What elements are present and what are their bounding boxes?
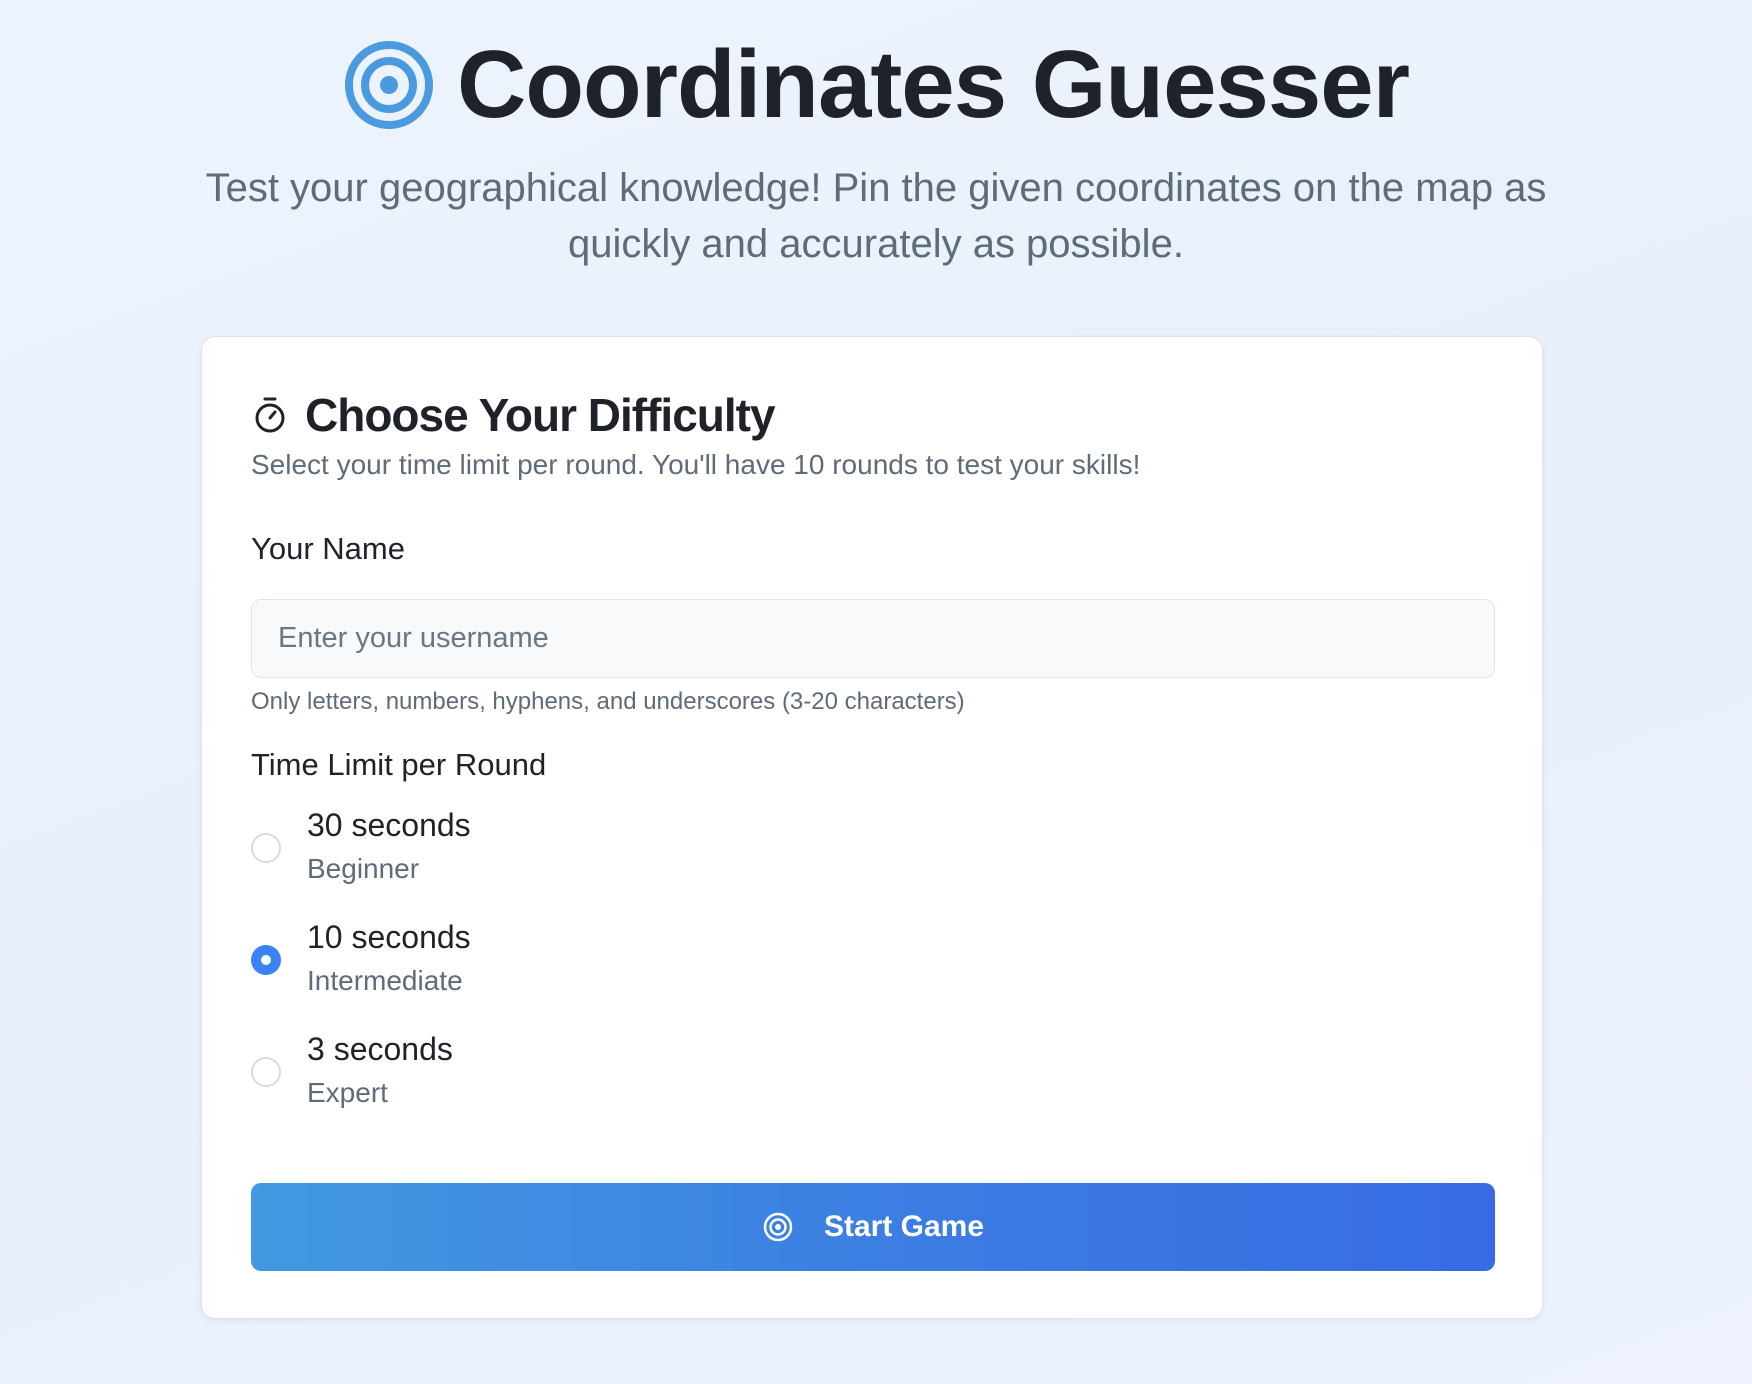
start-game-button[interactable]: Start Game <box>251 1183 1495 1271</box>
card-description: Select your time limit per round. You'll… <box>251 449 1141 480</box>
target-icon <box>345 41 434 129</box>
option-level: Beginner <box>307 853 420 884</box>
option-label: 3 seconds <box>307 1031 453 1067</box>
time-limit-label: Time Limit per Round <box>251 747 547 782</box>
page-subtitle: Test your geographical knowledge! Pin th… <box>205 166 1547 266</box>
option-level: Intermediate <box>307 965 463 996</box>
target-icon <box>763 1212 793 1242</box>
option-30-seconds[interactable]: 30 seconds Beginner <box>251 807 851 893</box>
title-row: Coordinates Guesser <box>0 30 1752 140</box>
username-input[interactable] <box>251 599 1495 678</box>
option-10-seconds[interactable]: 10 seconds Intermediate <box>251 919 851 1005</box>
page-title: Coordinates Guesser <box>457 31 1410 138</box>
option-level: Expert <box>307 1077 388 1108</box>
card-title-row: Choose Your Difficulty <box>251 385 776 445</box>
radio-3-seconds[interactable] <box>251 1057 281 1087</box>
name-label: Your Name <box>251 531 405 566</box>
start-game-label: Start Game <box>823 1210 985 1243</box>
stopwatch-icon <box>255 397 285 433</box>
card-title: Choose Your Difficulty <box>305 389 776 441</box>
radio-10-seconds[interactable] <box>251 945 281 975</box>
option-3-seconds[interactable]: 3 seconds Expert <box>251 1031 851 1117</box>
radio-30-seconds[interactable] <box>251 833 281 863</box>
option-label: 10 seconds <box>307 919 471 955</box>
difficulty-card: Choose Your Difficulty Select your time … <box>201 336 1543 1319</box>
username-helper-text: Only letters, numbers, hyphens, and unde… <box>251 688 965 715</box>
option-label: 30 seconds <box>307 807 471 843</box>
